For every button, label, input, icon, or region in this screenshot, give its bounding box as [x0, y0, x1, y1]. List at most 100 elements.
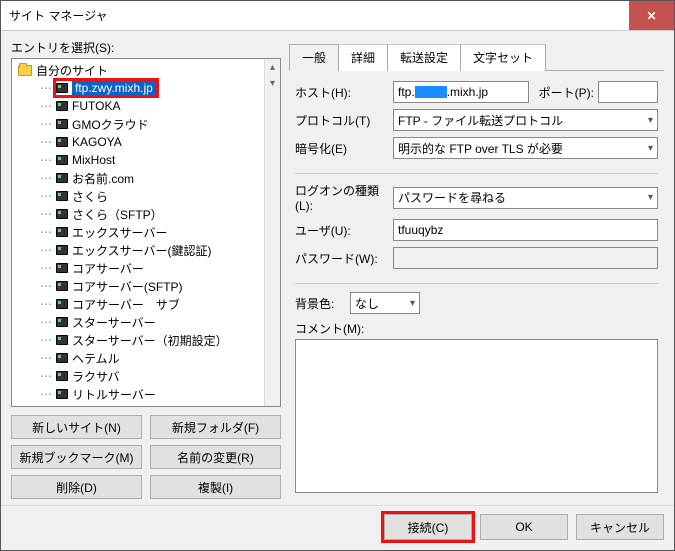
- site-icon: [56, 371, 68, 381]
- site-icon: [56, 83, 68, 93]
- site-icon: [56, 263, 68, 273]
- bgcolor-label: 背景色:: [295, 295, 350, 312]
- connect-button[interactable]: 接続(C): [384, 514, 472, 540]
- site-tree[interactable]: 自分のサイト ⋯ ftp.zwy.mixh.jp ⋯ FUTOKA ⋯GMOクラウド…: [11, 58, 281, 407]
- tree-item[interactable]: ⋯コアサーバー: [12, 259, 280, 277]
- tree-item-label: ラクサバ: [72, 368, 120, 385]
- bgcolor-select[interactable]: なし ▾: [350, 292, 420, 314]
- tree-item[interactable]: ⋯エックスサーバー: [12, 223, 280, 241]
- scroll-up-icon[interactable]: ▴: [265, 59, 280, 75]
- chevron-down-icon: ▾: [410, 298, 415, 309]
- tree-dash-icon: ⋯: [40, 261, 52, 275]
- tree-item-label: リトルサーバー: [72, 386, 156, 403]
- comment-label: コメント(M):: [295, 320, 658, 337]
- tree-dash-icon: ⋯: [40, 225, 52, 239]
- tree-dash-icon: ⋯: [40, 315, 52, 329]
- close-icon: ✕: [646, 9, 656, 23]
- tab-charset[interactable]: 文字セット: [460, 44, 546, 71]
- tree-item[interactable]: ⋯さくら（SFTP）: [12, 205, 280, 223]
- new-folder-button[interactable]: 新規フォルダ(F): [150, 415, 281, 439]
- tree-item[interactable]: ⋯ お名前.com: [12, 169, 280, 187]
- site-icon: [56, 389, 68, 399]
- tab-detail[interactable]: 詳細: [338, 44, 388, 71]
- tab-panel-general: ホスト(H): ftp..mixh.jp ポート(P): プロトコル(T) FT…: [289, 71, 664, 499]
- encryption-label: 暗号化(E): [295, 140, 393, 157]
- tree-dash-icon: ⋯: [40, 171, 52, 185]
- site-manager-window: サイト マネージャ ✕ エントリを選択(S): 自分のサイト ⋯: [0, 0, 675, 551]
- user-input[interactable]: tfuuqybz: [393, 219, 658, 241]
- site-icon: [56, 353, 68, 363]
- tree-dash-icon: ⋯: [40, 153, 52, 167]
- encryption-select[interactable]: 明示的な FTP over TLS が必要 ▾: [393, 137, 658, 159]
- cancel-button[interactable]: キャンセル: [576, 514, 664, 540]
- left-pane: エントリを選択(S): 自分のサイト ⋯ ftp.zwy.mixh.jp ⋯: [11, 39, 281, 499]
- tree-item-label: KAGOYA: [72, 135, 122, 149]
- tree-item[interactable]: ⋯スターサーバー: [12, 313, 280, 331]
- site-icon: [56, 101, 68, 111]
- logon-label: ログオンの種類(L):: [295, 182, 393, 213]
- logon-value: パスワードを尋ねる: [398, 189, 506, 206]
- footer-buttons: 接続(C) OK キャンセル: [1, 505, 674, 550]
- logon-select[interactable]: パスワードを尋ねる ▾: [393, 187, 658, 209]
- tree-dash-icon: ⋯: [40, 117, 52, 131]
- close-button[interactable]: ✕: [629, 1, 674, 30]
- protocol-select[interactable]: FTP - ファイル転送プロトコル ▾: [393, 109, 658, 131]
- copy-button[interactable]: 複製(I): [150, 475, 281, 499]
- tree-dash-icon: ⋯: [40, 99, 52, 113]
- tree-item[interactable]: ⋯ ラクサバ: [12, 367, 280, 385]
- site-icon: [56, 137, 68, 147]
- tree-dash-icon: ⋯: [40, 387, 52, 401]
- tree-item[interactable]: ⋯ヘテムル: [12, 349, 280, 367]
- root-label: 自分のサイト: [36, 62, 108, 79]
- tree-item[interactable]: ⋯MixHost: [12, 151, 280, 169]
- encryption-value: 明示的な FTP over TLS が必要: [398, 140, 563, 157]
- chevron-down-icon: ▾: [648, 143, 653, 154]
- comment-textarea[interactable]: [295, 339, 658, 493]
- tree-item[interactable]: ⋯GMOクラウド: [12, 115, 280, 133]
- new-bookmark-button[interactable]: 新規ブックマーク(M): [11, 445, 142, 469]
- tree-root[interactable]: 自分のサイト: [12, 61, 280, 79]
- host-mask: [415, 86, 447, 98]
- delete-button[interactable]: 削除(D): [11, 475, 142, 499]
- tree-dash-icon: ⋯: [40, 297, 52, 311]
- ok-button[interactable]: OK: [480, 514, 568, 540]
- tab-general[interactable]: 一般: [289, 44, 339, 71]
- rename-button[interactable]: 名前の変更(R): [150, 445, 281, 469]
- new-site-button[interactable]: 新しいサイト(N): [11, 415, 142, 439]
- host-input[interactable]: ftp..mixh.jp: [393, 81, 529, 103]
- tree-item[interactable]: ⋯ FUTOKA: [12, 97, 280, 115]
- port-input[interactable]: [598, 81, 658, 103]
- chevron-down-icon: ▾: [648, 192, 653, 203]
- scroll-down-icon[interactable]: ▾: [265, 75, 280, 91]
- user-label: ユーザ(U):: [295, 222, 393, 239]
- site-icon: [56, 317, 68, 327]
- host-label: ホスト(H):: [295, 84, 393, 101]
- bgcolor-value: なし: [355, 295, 379, 312]
- tree-item-label: さくら（SFTP）: [72, 206, 163, 223]
- site-icon: [56, 155, 68, 165]
- tree-item[interactable]: ⋯コアサーバー(SFTP): [12, 277, 280, 295]
- window-title: サイト マネージャ: [9, 7, 108, 24]
- site-icon: [56, 281, 68, 291]
- tree-item[interactable]: ⋯KAGOYA: [12, 133, 280, 151]
- tree-item-label: FUTOKA: [72, 99, 120, 113]
- tree-item-label: エックスサーバー(鍵認証): [72, 242, 212, 259]
- tree-item[interactable]: ⋯スターサーバー（初期設定）: [12, 331, 280, 349]
- tree-scrollbar[interactable]: ▴ ▾: [264, 59, 280, 406]
- tree-item[interactable]: ⋯ リトルサーバー: [12, 385, 280, 403]
- tree-dash-icon: ⋯: [40, 369, 52, 383]
- chevron-down-icon: ▾: [648, 115, 653, 126]
- tree-item[interactable]: ⋯エックスサーバー(鍵認証): [12, 241, 280, 259]
- tab-bar: 一般 詳細 転送設定 文字セット: [289, 43, 664, 71]
- site-icon: [56, 173, 68, 183]
- protocol-label: プロトコル(T): [295, 112, 393, 129]
- tree-item[interactable]: ⋯さくら: [12, 187, 280, 205]
- user-value: tfuuqybz: [398, 223, 443, 237]
- tab-transfer[interactable]: 転送設定: [387, 44, 461, 71]
- tree-dash-icon: ⋯: [40, 333, 52, 347]
- tree-item[interactable]: ⋯コアサーバー サブ: [12, 295, 280, 313]
- tree-item-label: ヘテムル: [72, 350, 120, 367]
- tree-item-selected[interactable]: ⋯ ftp.zwy.mixh.jp: [12, 79, 280, 97]
- protocol-value: FTP - ファイル転送プロトコル: [398, 112, 563, 129]
- tree-item-label: お名前.com: [72, 170, 134, 187]
